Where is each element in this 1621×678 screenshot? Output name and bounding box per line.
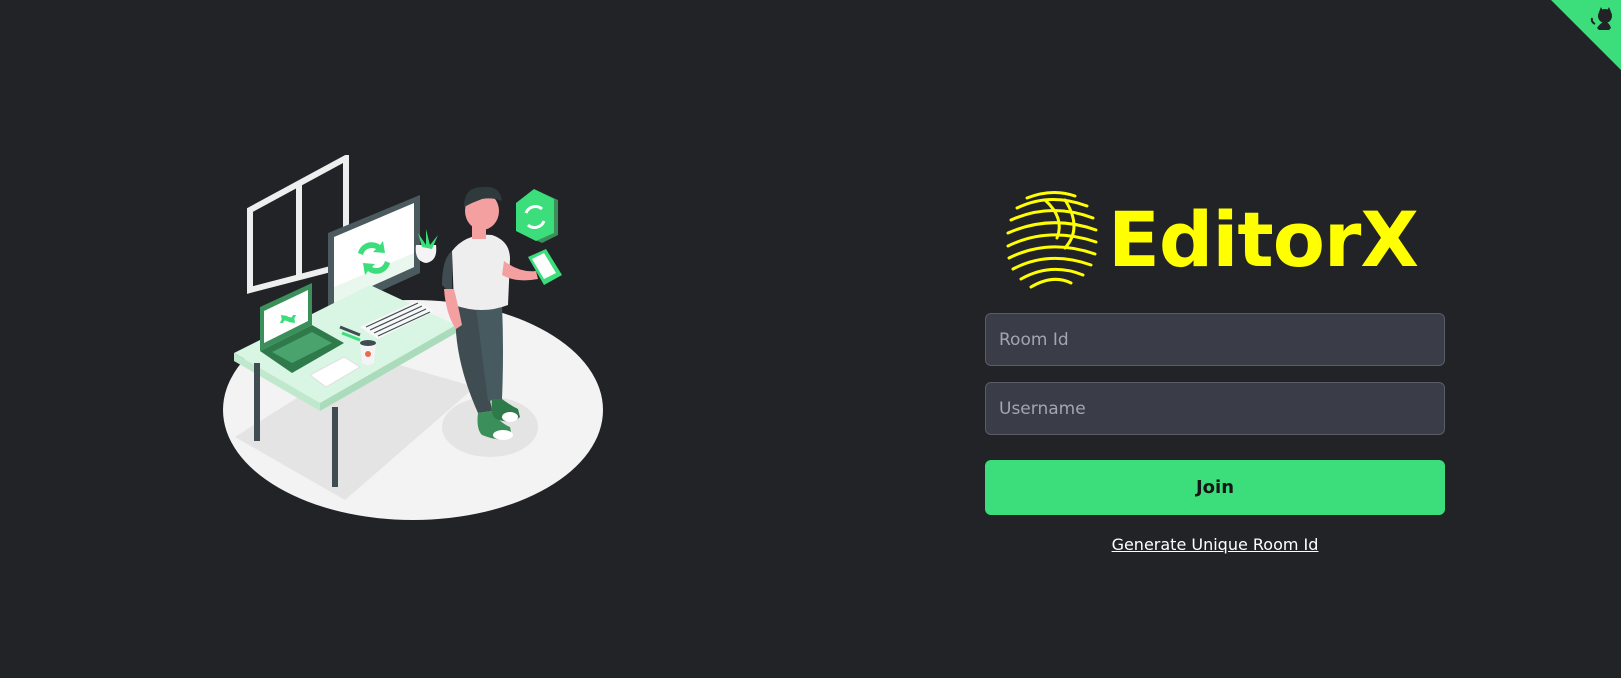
- join-form: EditorX Join Generate Unique Room Id: [985, 185, 1445, 554]
- room-id-input[interactable]: [985, 313, 1445, 366]
- brand-logo: EditorX: [1005, 185, 1445, 295]
- username-input[interactable]: [985, 382, 1445, 435]
- github-corner-icon[interactable]: [1551, 0, 1621, 70]
- fingerprint-logo-icon: [1006, 190, 1098, 288]
- workspace-illustration: [223, 155, 603, 520]
- login-page: EditorX Join Generate Unique Room Id: [0, 0, 1621, 678]
- brand-name: EditorX: [1108, 195, 1419, 284]
- join-button[interactable]: Join: [985, 460, 1445, 515]
- generate-room-id-link[interactable]: Generate Unique Room Id: [985, 535, 1445, 554]
